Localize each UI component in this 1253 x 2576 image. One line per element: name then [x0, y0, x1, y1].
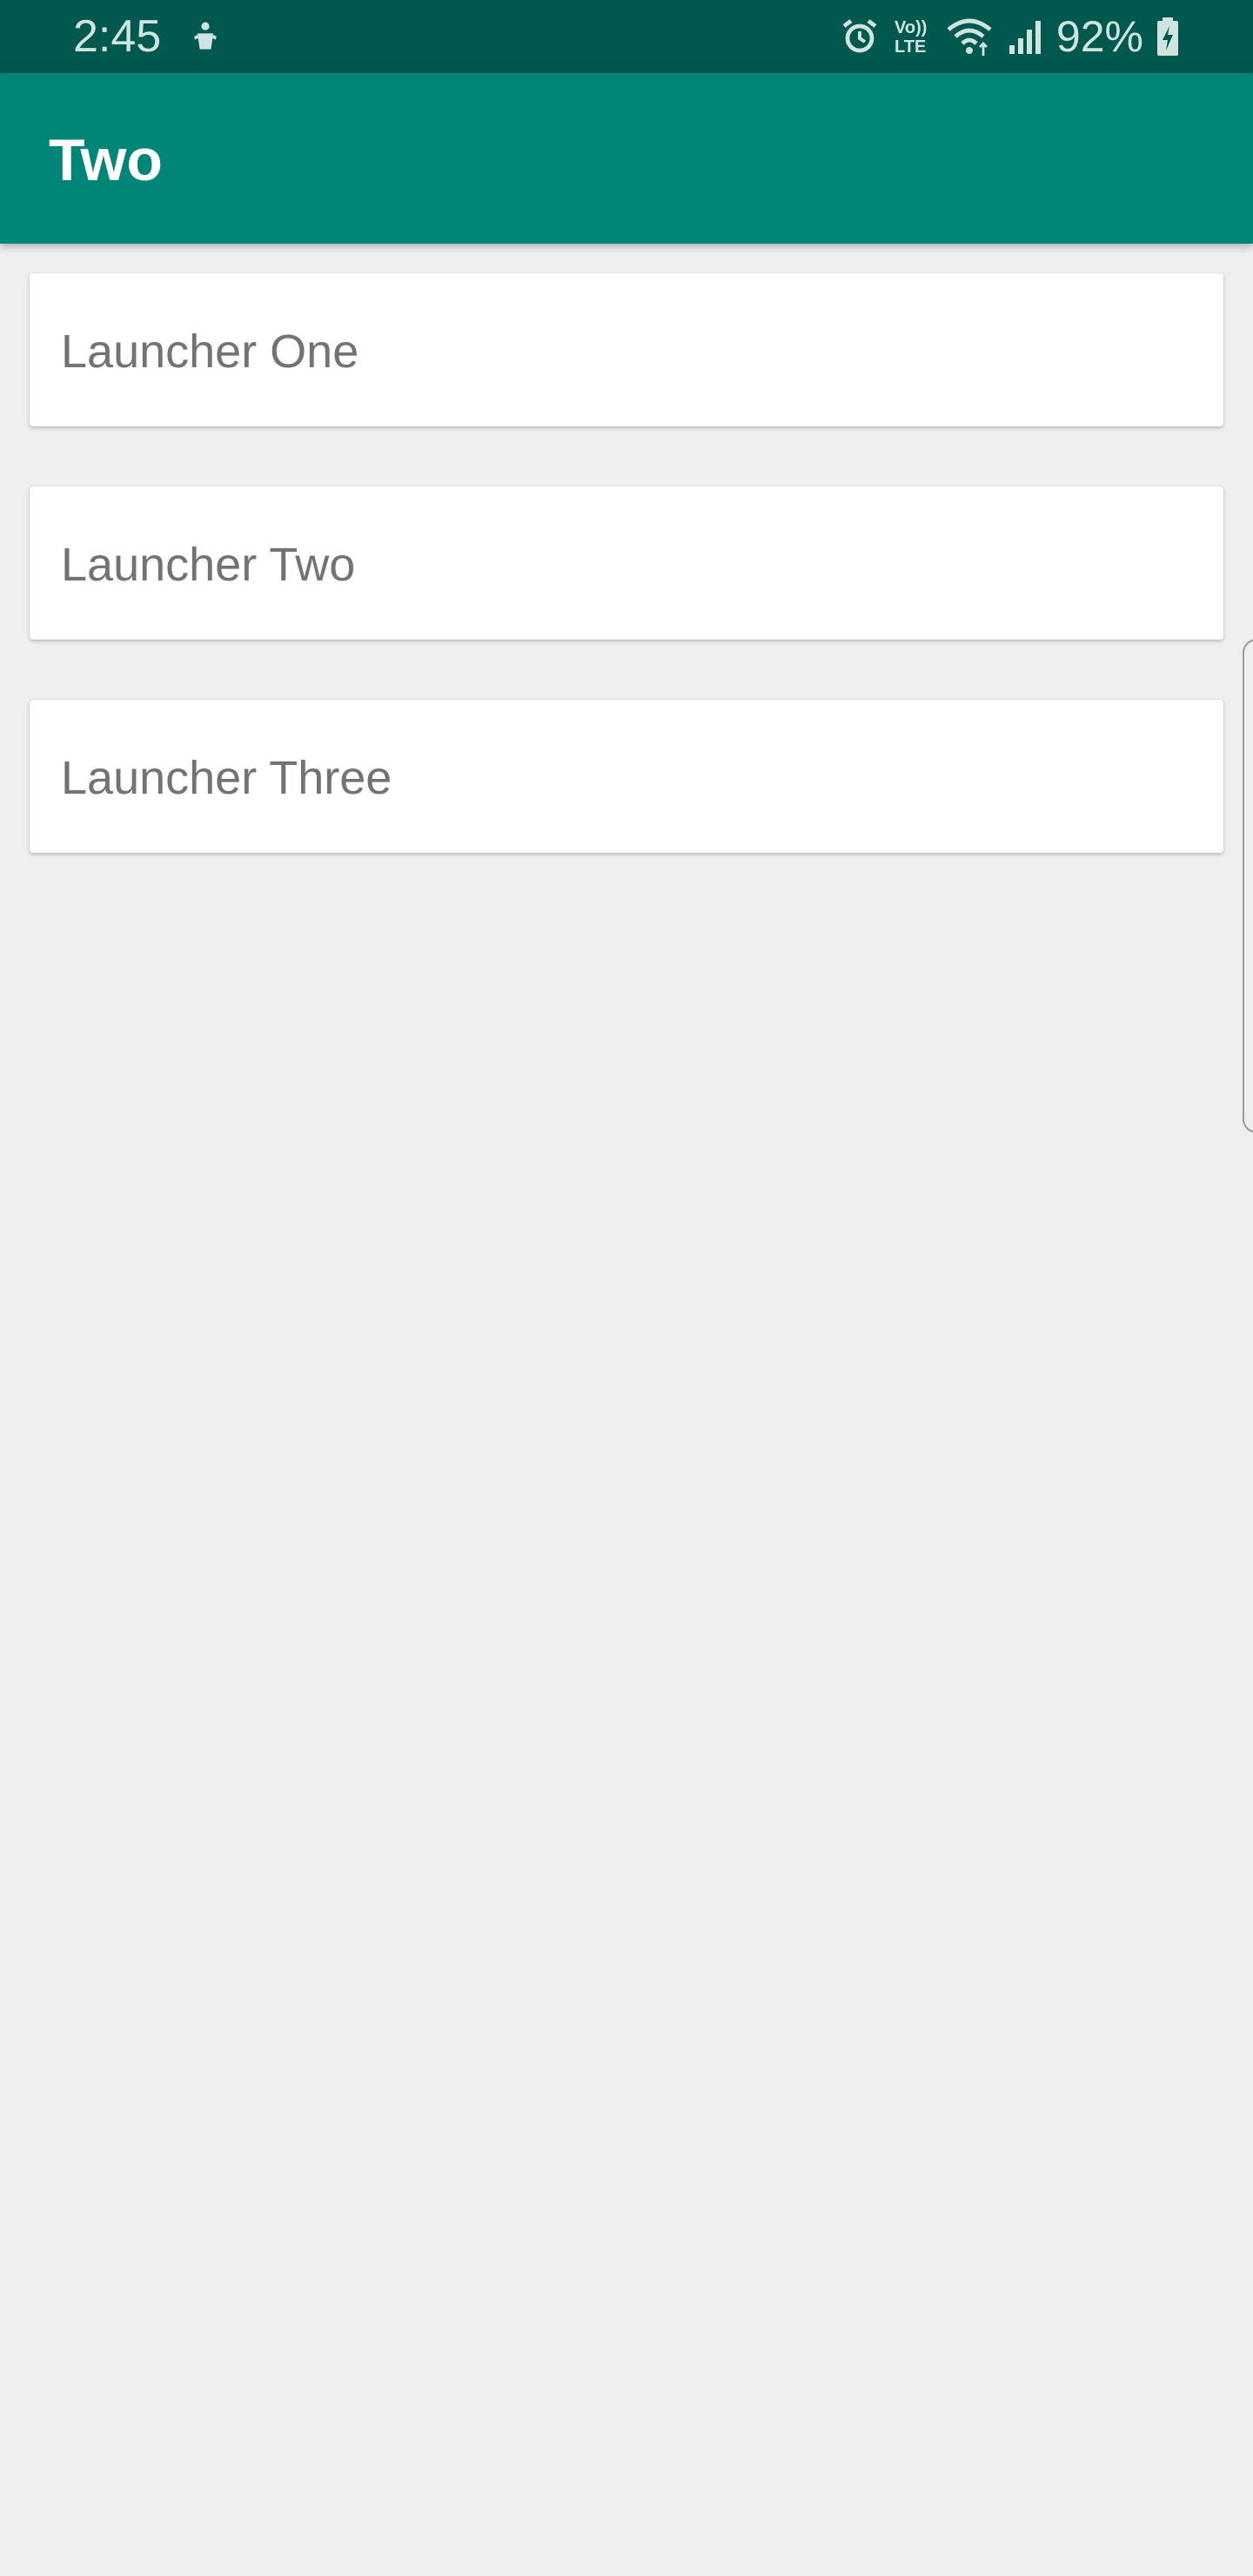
- android-debug-icon: [194, 22, 217, 50]
- launcher-list: Launcher One Launcher Two Launcher Three: [30, 273, 1223, 913]
- edge-panel-handle[interactable]: [1243, 639, 1253, 1133]
- app-bar: Two: [0, 73, 1253, 244]
- launcher-two-card[interactable]: Launcher Two: [30, 486, 1223, 640]
- launcher-two-label: Launcher Two: [61, 539, 356, 591]
- battery-percent: 92%: [1055, 12, 1143, 61]
- wifi-icon: [947, 18, 992, 56]
- volte-icon: Vo)) LTE: [895, 18, 927, 57]
- status-bar: 2:45 Vo)) LTE 92%: [0, 0, 1253, 73]
- launcher-three-label: Launcher Three: [61, 752, 392, 804]
- volte-bottom-text: LTE: [895, 37, 926, 57]
- launcher-one-card[interactable]: Launcher One: [30, 273, 1223, 426]
- alarm-icon: [842, 19, 877, 53]
- page-title: Two: [49, 127, 163, 193]
- launcher-one-label: Launcher One: [61, 325, 359, 378]
- status-time: 2:45: [73, 11, 162, 62]
- volte-top-text: Vo)): [895, 18, 927, 37]
- status-icons: Vo)) LTE 92%: [839, 10, 1180, 63]
- signal-icon: [1008, 21, 1041, 54]
- launcher-three-card[interactable]: Launcher Three: [30, 700, 1223, 853]
- battery-charging-icon: [1157, 17, 1178, 56]
